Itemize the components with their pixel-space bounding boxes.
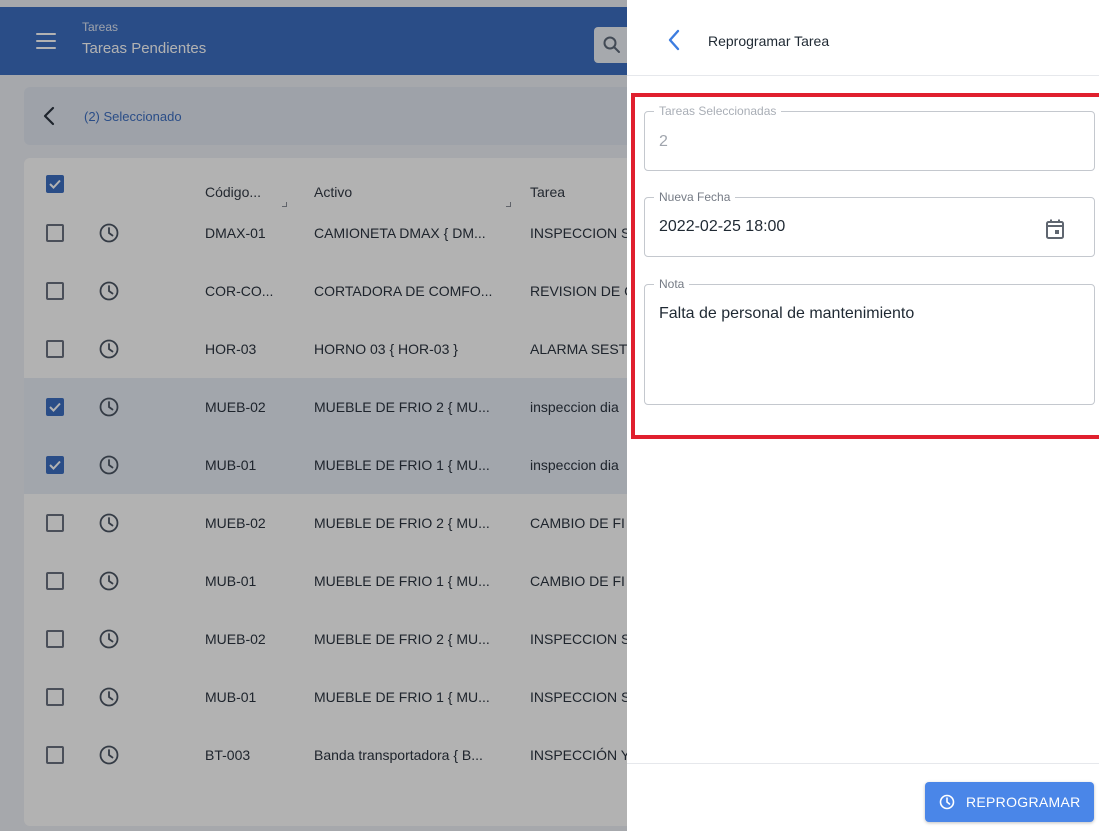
panel-header: Reprogramar Tarea [627,0,1099,76]
panel-title: Reprogramar Tarea [708,33,830,49]
panel-footer: REPROGRAMAR [627,763,1099,831]
note-text[interactable]: Falta de personal de mantenimiento [659,305,914,323]
field-label: Nueva Fecha [654,190,736,204]
new-date-field[interactable]: Nueva Fecha 2022-02-25 18:00 [644,190,1095,257]
app-root: Tareas Tareas Pendientes (2) Seleccionad… [0,0,1099,831]
reschedule-button-label: REPROGRAMAR [966,794,1081,810]
selected-tasks-field: Tareas Seleccionadas 2 [644,104,1095,171]
field-label: Tareas Seleccionadas [654,104,782,118]
date-value[interactable]: 2022-02-25 18:00 [659,218,785,236]
field-value: 2 [659,133,668,150]
back-arrow-icon[interactable] [667,29,681,51]
clock-icon [939,794,955,810]
reschedule-panel: Reprogramar Tarea Tareas Seleccionadas 2… [627,0,1099,831]
note-field[interactable]: Nota Falta de personal de mantenimiento [644,277,1095,405]
field-label: Nota [654,277,690,291]
reschedule-button[interactable]: REPROGRAMAR [925,782,1094,822]
calendar-icon[interactable] [1045,218,1065,240]
